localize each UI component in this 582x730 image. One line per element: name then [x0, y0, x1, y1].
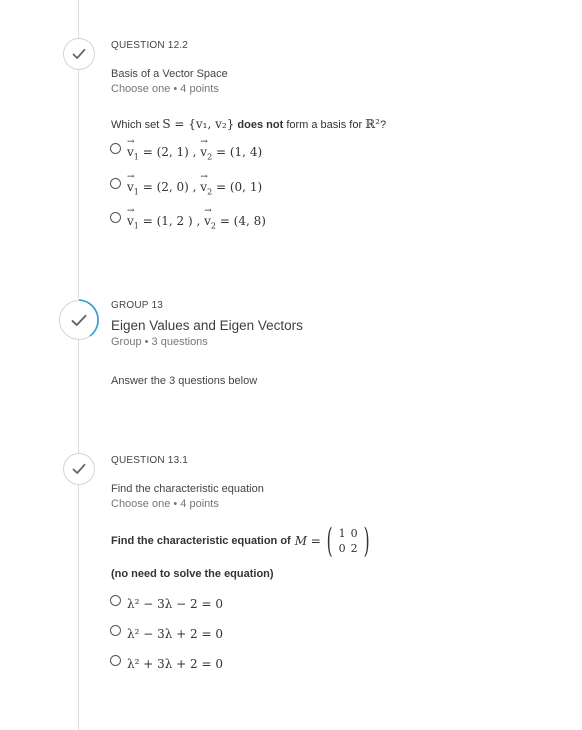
prompt-end: ? — [379, 119, 387, 131]
option-v1: = (1, 2 ) , — [142, 214, 201, 228]
left-paren: ( — [326, 521, 333, 561]
question-12-2-info: Basis of a Vector Space Choose one • 4 p… — [111, 68, 228, 95]
option-v2: = (4, 8) — [219, 214, 266, 228]
question-number: QUESTION 12.2 — [111, 40, 189, 51]
group-13-info: Eigen Values and Eigen Vectors Group • 3… — [111, 318, 303, 348]
answer-option[interactable]: λ² − 3λ − 2 = 0 — [110, 595, 223, 611]
prompt-space: ℝ² — [365, 117, 380, 131]
timeline-rail — [78, 0, 79, 730]
option-v1: = (2, 1) , — [142, 145, 197, 159]
radio-button[interactable] — [110, 178, 121, 189]
question-meta: Choose one • 4 points — [111, 83, 219, 95]
question-title: Find the characteristic equation — [111, 483, 264, 495]
answer-option[interactable]: v1 → = (2, 1) , v2 → = (1, 4) — [110, 138, 263, 161]
question-prompt: Find the characteristic equation of M = … — [111, 521, 374, 561]
answer-option[interactable]: λ² + 3λ + 2 = 0 — [110, 655, 223, 671]
prompt-set: S = {v₁, v₂} — [162, 117, 235, 131]
group-title: Eigen Values and Eigen Vectors — [111, 318, 303, 333]
question-13-1-header: QUESTION 13.1 — [111, 455, 188, 466]
group-meta: Group • 3 questions — [111, 336, 208, 348]
question-meta: Choose one • 4 points — [111, 498, 219, 510]
option-equation: λ² − 3λ + 2 = 0 — [127, 627, 223, 641]
group-progress-arc — [78, 299, 99, 337]
option-v1: = (2, 0) , — [142, 180, 197, 194]
question-12-2-header: QUESTION 12.2 — [111, 40, 188, 51]
prompt-suffix: form a basis for — [286, 119, 363, 131]
option-v2: = (1, 4) — [216, 145, 263, 159]
radio-button[interactable] — [110, 212, 121, 223]
question-status-badge — [63, 38, 95, 70]
radio-button[interactable] — [110, 655, 121, 666]
question-number: QUESTION 13.1 — [111, 455, 189, 466]
note-text: (no need to solve the equation) — [111, 568, 274, 580]
question-13-1-info: Find the characteristic equation Choose … — [111, 483, 264, 510]
prompt-bold: does not — [237, 119, 284, 131]
answer-option[interactable]: v1 → = (1, 2 ) , v2 → = (4, 8) — [110, 207, 266, 230]
matrix-cell: 0 — [350, 527, 358, 540]
checkmark-icon — [72, 48, 86, 59]
question-note: (no need to solve the equation) — [111, 568, 274, 580]
right-paren: ) — [363, 521, 370, 561]
matrix: ( 1 0 0 2 ) — [323, 521, 374, 561]
group-13-header: GROUP 13 — [111, 300, 163, 311]
group-description: Answer the 3 questions below — [111, 375, 258, 387]
checkmark-icon — [72, 463, 86, 474]
matrix-cell: 2 — [350, 542, 358, 555]
prompt-text: Find the characteristic equation of — [111, 535, 291, 547]
radio-button[interactable] — [110, 595, 121, 606]
option-equation: λ² + 3λ + 2 = 0 — [127, 657, 223, 671]
answer-option[interactable]: λ² − 3λ + 2 = 0 — [110, 625, 223, 641]
radio-button[interactable] — [110, 143, 121, 154]
matrix-label: M = — [294, 534, 321, 548]
answer-option[interactable]: v1 → = (2, 0) , v2 → = (0, 1) — [110, 173, 263, 196]
radio-button[interactable] — [110, 625, 121, 636]
prompt-prefix: Which set — [111, 119, 160, 131]
question-title: Basis of a Vector Space — [111, 68, 228, 80]
question-prompt: Which set S = {v₁, v₂} does not form a b… — [111, 117, 386, 131]
option-v2: = (0, 1) — [216, 180, 263, 194]
group-number: GROUP 13 — [111, 300, 163, 311]
matrix-cell: 0 — [338, 542, 346, 555]
matrix-cell: 1 — [338, 527, 346, 540]
question-status-badge — [63, 453, 95, 485]
option-equation: λ² − 3λ − 2 = 0 — [127, 597, 223, 611]
